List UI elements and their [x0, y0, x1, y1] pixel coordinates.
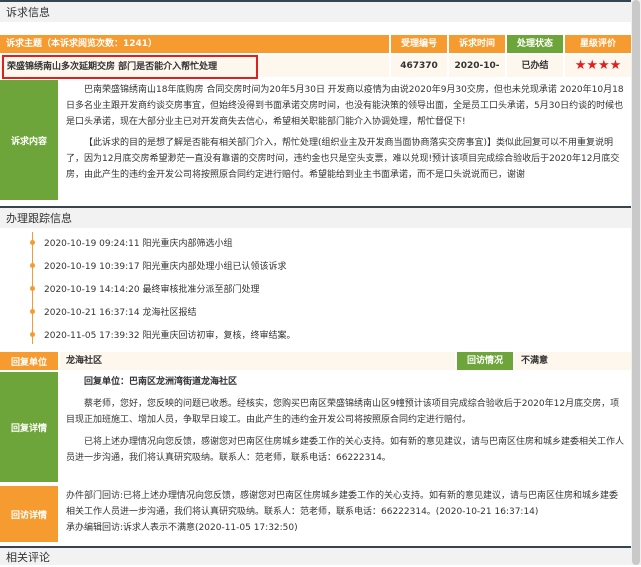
- content-body: 巴南荣盛锦绣南山18年底购房 合同交房时间为20年5月30日 开发商以疫情为由说…: [60, 80, 631, 200]
- reply-detail-body: 回复单位：巴南区龙洲湾街道龙海社区 蔡老师，您好，您反映的问题已收悉。经核实，您…: [60, 372, 631, 482]
- complaint-id: 467370: [391, 55, 447, 77]
- timeline-dot-icon: [30, 309, 35, 314]
- page-container: 诉求信息 诉求主题（本诉求阅览次数：1241） 受理编号 诉求时间 处理状态 星…: [0, 0, 632, 565]
- complaint-content-row: 诉求内容 巴南荣盛锦绣南山18年底购房 合同交房时间为20年5月30日 开发商以…: [0, 80, 631, 200]
- subject-header: 诉求主题（本诉求阅览次数：1241）: [0, 35, 389, 53]
- col-id-header: 受理编号: [391, 35, 447, 53]
- timeline-item: 2020-10-19 09:24:11 阳光重庆内部筛选小组: [30, 236, 232, 249]
- visit-detail-body: 办件部门回访:已将上述办理情况向您反馈，感谢您对巴南区住房城乡建委工作的关心支持…: [60, 486, 631, 542]
- content-paragraph-2: 【此诉求的目的是想了解是否能有相关部门介入，帮忙处理(组织业主及开发商当面协商落…: [66, 138, 620, 180]
- complaint-header-row: 诉求主题（本诉求阅览次数：1241） 受理编号 诉求时间 处理状态 星级评价: [0, 35, 631, 53]
- reply-detail-paragraph-1: 蔡老师，您好，您反映的问题已收悉。经核实，您购买巴南区荣盛锦绣南山区9幢预计该项…: [66, 399, 620, 425]
- scrollbar[interactable]: [631, 0, 641, 565]
- timeline-item: 2020-10-21 16:37:14 龙海社区报结: [30, 305, 196, 318]
- star-rating: ★★★★: [565, 55, 631, 77]
- reply-detail-paragraph-2: 已将上述办理情况向您反馈，感谢您对巴南区住房城乡建委工作的关心支持。如有新的意见…: [66, 437, 625, 463]
- visit-detail-row: 回访详情 办件部门回访:已将上述办理情况向您反馈，感谢您对巴南区住房城乡建委工作…: [0, 486, 631, 542]
- reply-unit-value: 龙海社区: [60, 352, 455, 370]
- timeline-dot-icon: [30, 263, 35, 268]
- col-date-header: 诉求时间: [449, 35, 505, 53]
- complaint-status: 已办结: [507, 55, 563, 77]
- reply-detail-unit: 回复单位：巴南区龙洲湾街道龙海社区: [84, 377, 238, 387]
- complaint-subject-row: 荣盛锦绣南山多次延期交房 部门是否能介入帮忙处理 467370 2020-10-…: [0, 55, 631, 93]
- tracking-section-title: 办理跟踪信息: [0, 206, 631, 228]
- visit-detail-label: 回访详情: [0, 486, 58, 542]
- reply-detail-row: 回复详情 回复单位：巴南区龙洲湾街道龙海社区 蔡老师，您好，您反映的问题已收悉。…: [0, 372, 631, 482]
- content-label: 诉求内容: [0, 80, 58, 200]
- complaint-section-title: 诉求信息: [0, 0, 631, 22]
- visit-detail-paragraph-2: 承办编辑回访:诉求人表示不满意(2020-11-05 17:32:50): [66, 523, 298, 533]
- col-rating-header: 星级评价: [565, 35, 631, 53]
- reply-unit-row: 回复单位 龙海社区 回访情况 不满意: [0, 352, 631, 370]
- reply-detail-label: 回复详情: [0, 372, 58, 482]
- comments-section-title: 相关评论: [0, 546, 631, 565]
- timeline-dot-icon: [30, 240, 35, 245]
- visit-status-value: 不满意: [515, 352, 631, 370]
- timeline-item: 2020-10-19 14:14:20 最终审核批准分派至部门处理: [30, 282, 259, 295]
- scrollbar-thumb[interactable]: [632, 0, 640, 565]
- timeline-dot-icon: [30, 286, 35, 291]
- reply-unit-label: 回复单位: [0, 352, 58, 370]
- complaint-date: 2020-10-19: [449, 55, 505, 93]
- timeline-item: 2020-10-19 10:39:17 阳光重庆内部处理小组已认领该诉求: [30, 259, 286, 272]
- complaint-subject[interactable]: 荣盛锦绣南山多次延期交房 部门是否能介入帮忙处理: [2, 55, 258, 79]
- timeline-dot-icon: [30, 332, 35, 337]
- visit-detail-paragraph-1: 办件部门回访:已将上述办理情况向您反馈，感谢您对巴南区住房城乡建委工作的关心支持…: [66, 491, 619, 517]
- content-paragraph-1: 巴南荣盛锦绣南山18年底购房 合同交房时间为20年5月30日 开发商以疫情为由说…: [66, 85, 624, 127]
- visit-status-label: 回访情况: [457, 352, 513, 370]
- timeline-item: 2020-11-05 17:39:32 阳光重庆回访初审，复核，终审结案。: [30, 328, 295, 341]
- col-status-header: 处理状态: [507, 35, 563, 53]
